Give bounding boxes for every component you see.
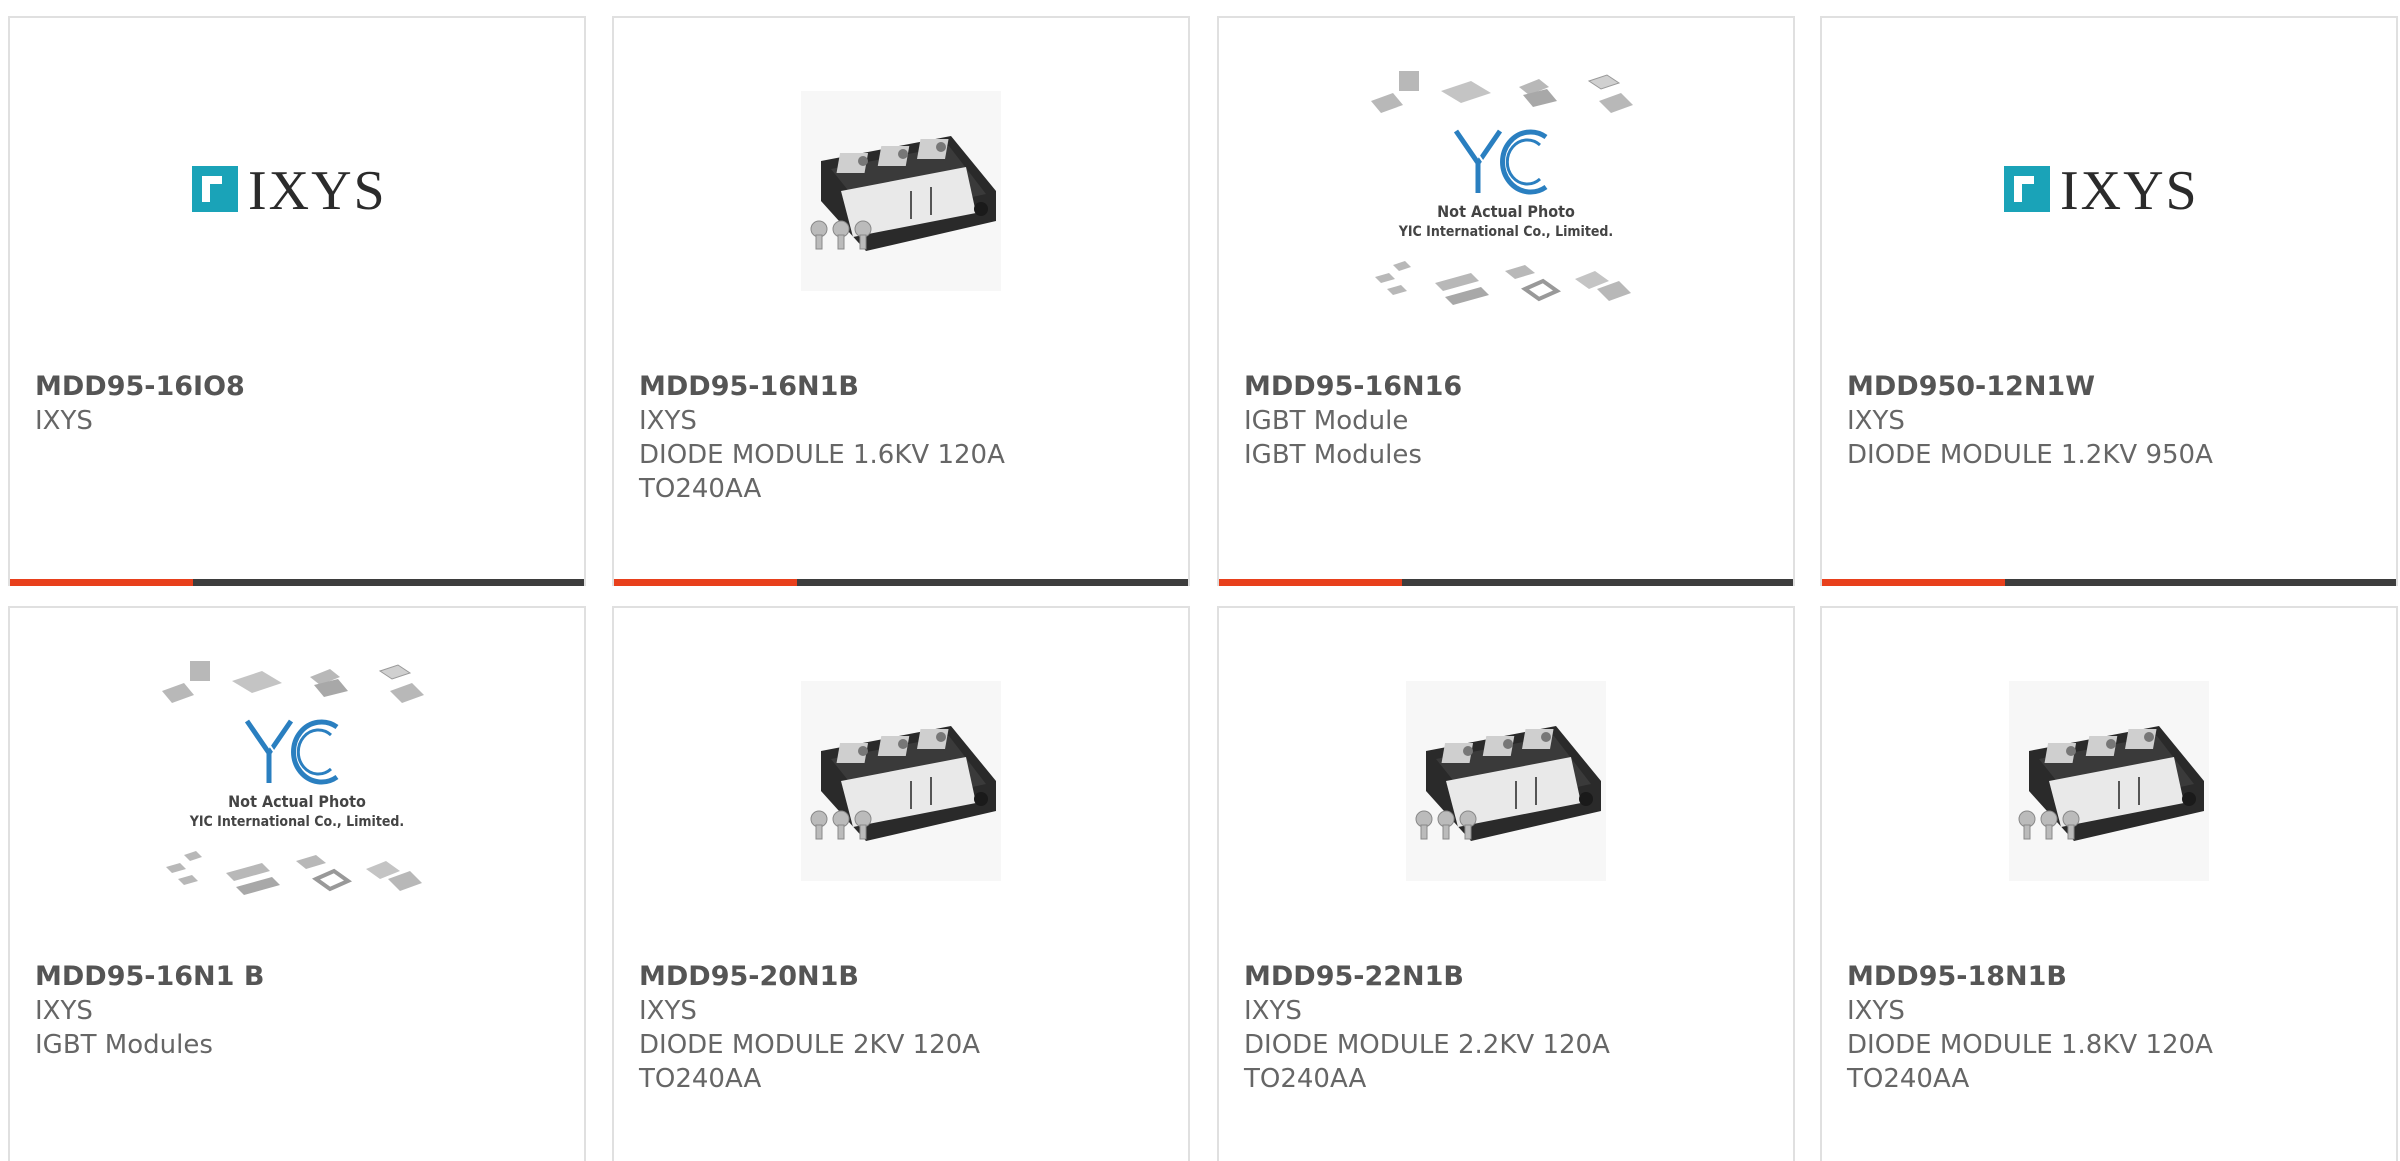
product-info: MDD95-18N1B IXYS DIODE MODULE 1.8KV 120A TO… xyxy=(1847,960,2376,1096)
product-card[interactable]: Not Actual Photo YIC International Co., L… xyxy=(8,606,586,1161)
placeholder-company: YIC International Co., Limited. xyxy=(189,814,404,830)
product-info: MDD95-16N1B IXYS DIODE MODULE 1.6KV 120A TO… xyxy=(639,370,1168,506)
product-image[interactable] xyxy=(1822,608,2396,953)
placeholder-caption: Not Actual Photo xyxy=(228,792,366,811)
product-image[interactable] xyxy=(1822,18,2396,363)
description-line: DIODE MODULE 2KV 120A xyxy=(639,1030,981,1060)
product-card[interactable]: Not Actual Photo YIC International Co., L… xyxy=(1217,16,1795,586)
card-accent-bar xyxy=(10,579,193,586)
product-image[interactable] xyxy=(10,18,584,363)
manufacturer: IXYS xyxy=(639,406,697,436)
diode-module-image xyxy=(1406,680,1606,881)
description-line: DIODE MODULE 2.2KV 120A xyxy=(1244,1030,1610,1060)
part-number-link[interactable]: MDD95-16N16 xyxy=(1244,370,1773,404)
card-accent-bar xyxy=(1219,579,1402,586)
product-image[interactable]: Not Actual Photo YIC International Co., L… xyxy=(10,608,584,953)
product-grid: MDD95-16IO8 IXYS MDD95-16N1B IXYS DIODE MODU… xyxy=(0,0,2400,1161)
manufacturer: IXYS xyxy=(1244,996,1302,1026)
card-bottom-bar xyxy=(1219,579,1793,586)
product-info: MDD95-22N1B IXYS DIODE MODULE 2.2KV 120A TO… xyxy=(1244,960,1773,1096)
manufacturer: IXYS xyxy=(1847,996,1905,1026)
description-line: TO240AA xyxy=(639,1064,762,1094)
manufacturer: IGBT Module xyxy=(1244,406,1409,436)
product-image[interactable] xyxy=(614,18,1188,363)
part-number-link[interactable]: MDD950-12N1W xyxy=(1847,370,2376,404)
manufacturer: IXYS xyxy=(1847,406,1905,436)
diode-module-image xyxy=(2009,680,2209,881)
product-card[interactable]: MDD95-16N1B IXYS DIODE MODULE 1.6KV 120A TO… xyxy=(612,16,1190,586)
description-line: TO240AA xyxy=(1847,1064,1970,1094)
product-info: MDD95-20N1B IXYS DIODE MODULE 2KV 120A TO24… xyxy=(639,960,1168,1096)
product-card[interactable]: MDD95-16IO8 IXYS xyxy=(8,16,586,586)
part-number-link[interactable]: MDD95-16N1 B xyxy=(35,960,564,994)
description-line: DIODE MODULE 1.2KV 950A xyxy=(1847,440,2213,470)
part-number-link[interactable]: MDD95-16IO8 xyxy=(35,370,564,404)
card-bottom-bar xyxy=(10,579,584,586)
manufacturer: IXYS xyxy=(35,996,93,1026)
part-number-link[interactable]: MDD95-22N1B xyxy=(1244,960,1773,994)
description-line: IGBT Modules xyxy=(35,1030,213,1060)
product-info: MDD950-12N1W IXYS DIODE MODULE 1.2KV 950A xyxy=(1847,370,2376,472)
description-line: DIODE MODULE 1.8KV 120A xyxy=(1847,1030,2213,1060)
product-info: MDD95-16IO8 IXYS xyxy=(35,370,564,438)
placeholder-company: YIC International Co., Limited. xyxy=(1398,224,1613,240)
not-actual-photo-image: Not Actual Photo YIC International Co., L… xyxy=(1371,70,1634,307)
product-info: MDD95-16N1 B IXYS IGBT Modules xyxy=(35,960,564,1062)
not-actual-photo-image: Not Actual Photo YIC International Co., L… xyxy=(162,660,425,897)
part-number-link[interactable]: MDD95-18N1B xyxy=(1847,960,2376,994)
part-number-link[interactable]: MDD95-16N1B xyxy=(639,370,1168,404)
ixys-logo xyxy=(2004,165,2199,216)
product-card[interactable]: MDD95-18N1B IXYS DIODE MODULE 1.8KV 120A TO… xyxy=(1820,606,2398,1161)
manufacturer: IXYS xyxy=(35,406,93,436)
diode-module-image xyxy=(801,680,1001,881)
part-number-link[interactable]: MDD95-20N1B xyxy=(639,960,1168,994)
description-line: TO240AA xyxy=(639,474,762,504)
product-image[interactable]: Not Actual Photo YIC International Co., L… xyxy=(1219,18,1793,363)
product-info: MDD95-16N16 IGBT Module IGBT Modules xyxy=(1244,370,1773,472)
product-card[interactable]: MDD95-22N1B IXYS DIODE MODULE 2.2KV 120A TO… xyxy=(1217,606,1795,1161)
manufacturer: IXYS xyxy=(639,996,697,1026)
card-accent-bar xyxy=(614,579,797,586)
product-card[interactable]: MDD95-20N1B IXYS DIODE MODULE 2KV 120A TO24… xyxy=(612,606,1190,1161)
product-image[interactable] xyxy=(614,608,1188,953)
product-card[interactable]: MDD950-12N1W IXYS DIODE MODULE 1.2KV 950A xyxy=(1820,16,2398,586)
card-bottom-bar xyxy=(1822,579,2396,586)
card-accent-bar xyxy=(1822,579,2005,586)
yic-logo xyxy=(244,719,339,784)
diode-module-image xyxy=(801,90,1001,291)
yic-logo xyxy=(1453,129,1548,194)
description-line: TO240AA xyxy=(1244,1064,1367,1094)
description-line: DIODE MODULE 1.6KV 120A xyxy=(639,440,1005,470)
description-line: IGBT Modules xyxy=(1244,440,1422,470)
placeholder-caption: Not Actual Photo xyxy=(1437,202,1575,221)
card-bottom-bar xyxy=(614,579,1188,586)
ixys-logo xyxy=(192,165,387,216)
product-image[interactable] xyxy=(1219,608,1793,953)
